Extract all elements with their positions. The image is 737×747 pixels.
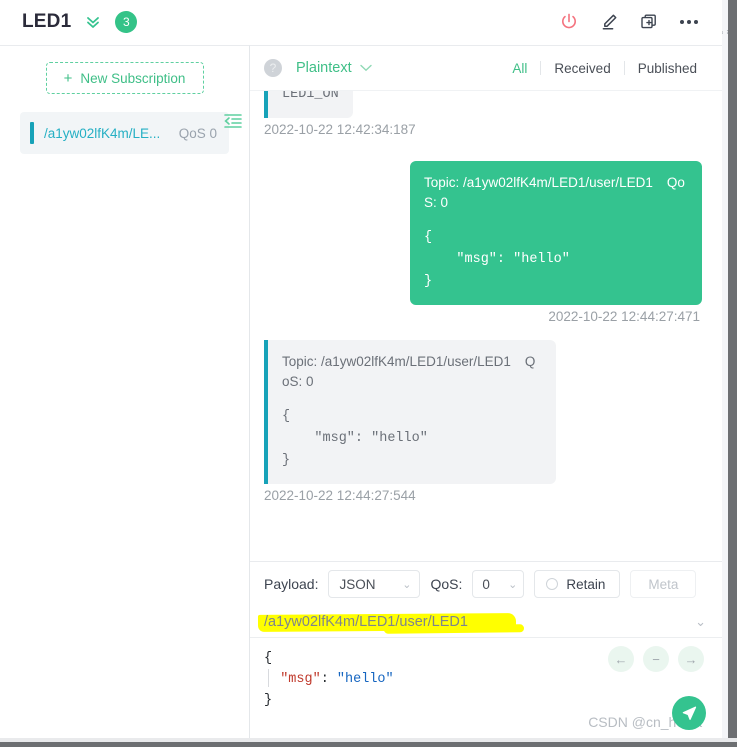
payload-format-value: Plaintext — [296, 60, 352, 76]
message-body: LED1_ON — [282, 91, 339, 102]
qos-select[interactable]: 0 ⌄ — [472, 570, 525, 598]
copy-plus-icon[interactable] — [638, 11, 660, 33]
chevron-down-icon — [359, 64, 372, 72]
payload-format-dropdown[interactable]: Plaintext — [296, 60, 372, 76]
subscription-list-item[interactable]: /a1yw02lfK4m/LE... QoS 0 — [20, 112, 229, 154]
filter-tab-published[interactable]: Published — [625, 61, 710, 76]
background-window-bottom-bar — [0, 742, 737, 747]
background-window-right-edge — [728, 0, 737, 742]
payload-format-select[interactable]: JSON ⌄ — [328, 570, 421, 598]
editor-json-key: "msg" — [280, 672, 321, 687]
message-timestamp: 2022-10-22 12:44:27:544 — [264, 488, 416, 503]
publish-topic-input[interactable]: /a1yw02lfK4m/LED1/user/LED1 — [264, 614, 468, 630]
message-row: Topic: /a1yw02lfK4m/LED1/user/LED1 QoS: 0… — [264, 340, 702, 503]
mqtt-client-window: LED1 3 + New Subscription /a1yw02lfK4m/L… — [0, 0, 722, 738]
message-topic-line: Topic: /a1yw02lfK4m/LED1/user/LED1 QoS: 0 — [282, 352, 542, 392]
connection-header: LED1 3 — [0, 0, 722, 45]
power-icon[interactable] — [558, 11, 580, 33]
nav-minus-button[interactable]: − — [643, 646, 669, 672]
topic-highlight-wrap: /a1yw02lfK4m/LED1/user/LED1 — [257, 612, 525, 634]
message-bubble-received: Topic: /a1yw02lfK4m/LED1/user/LED1 QoS: 0… — [264, 340, 556, 484]
message-filter-tabs: All Received Published — [499, 61, 710, 76]
plus-icon: + — [63, 69, 73, 87]
message-bubble-published: Topic: /a1yw02lfK4m/LED1/user/LED1 QoS: 0… — [410, 161, 702, 305]
message-topic: Topic: /a1yw02lfK4m/LED1/user/LED1 — [424, 175, 653, 190]
subscription-qos: QoS 0 — [178, 125, 217, 141]
screenshot-root: ⌕ ≡ ＃ ≡ ⌕ ⌕ ≡ LED1 3 — [0, 0, 737, 747]
publish-options-row: Payload: JSON ⌄ QoS: 0 ⌄ Retain Meta — [250, 562, 722, 606]
collapse-sidebar-icon[interactable] — [223, 112, 243, 130]
editor-brace-close: } — [264, 693, 273, 708]
retain-label: Retain — [566, 576, 606, 592]
send-plane-icon — [682, 706, 697, 720]
message-count-badge: 3 — [115, 11, 138, 33]
messages-toolbar: ? Plaintext All Received Published — [250, 45, 722, 91]
header-actions — [558, 11, 706, 33]
topic-history-chevron-down-icon[interactable]: ⌄ — [695, 614, 706, 630]
subscriptions-sidebar: + New Subscription /a1yw02lfK4m/LE... Qo… — [0, 45, 250, 738]
more-horizontal-icon[interactable] — [678, 16, 700, 28]
payload-format-value: JSON — [339, 576, 376, 592]
pencil-icon[interactable] — [598, 11, 620, 33]
main-body: + New Subscription /a1yw02lfK4m/LE... Qo… — [0, 45, 722, 738]
message-timestamp: 2022-10-22 12:44:27:471 — [548, 309, 700, 324]
retain-radio-icon — [546, 578, 559, 590]
page-title: LED1 — [22, 11, 72, 32]
meta-label: Meta — [648, 576, 679, 592]
payload-editor[interactable]: { "msg": "hello" } ← − → CSDN @cn_hexia — [250, 638, 722, 738]
subscription-color-bar — [30, 122, 34, 144]
publish-panel: Payload: JSON ⌄ QoS: 0 ⌄ Retain Meta /a1… — [250, 561, 722, 738]
editor-json-colon: : — [320, 672, 337, 687]
nav-back-button[interactable]: ← — [608, 646, 634, 672]
chevron-down-icon: ⌄ — [402, 578, 412, 591]
editor-indent-guide — [268, 669, 269, 687]
publish-topic-row[interactable]: /a1yw02lfK4m/LED1/user/LED1 ⌄ — [250, 606, 722, 638]
message-row: LED1_ON 2022-10-22 12:42:34:187 — [264, 91, 702, 137]
message-bubble-received: LED1_ON — [264, 91, 353, 118]
message-topic: Topic: /a1yw02lfK4m/LED1/user/LED1 — [282, 354, 511, 369]
editor-line-3: } — [264, 690, 708, 711]
qos-label: QoS: — [430, 576, 463, 592]
payload-label: Payload: — [264, 576, 319, 592]
new-subscription-button[interactable]: + New Subscription — [45, 62, 204, 94]
editor-line-2: "msg": "hello" — [264, 669, 708, 690]
retain-toggle[interactable]: Retain — [534, 570, 621, 598]
chevron-down-icon: ⌄ — [508, 578, 518, 591]
message-body: { "msg": "hello" } — [282, 409, 428, 468]
message-row: Topic: /a1yw02lfK4m/LED1/user/LED1 QoS: 0… — [264, 161, 702, 324]
chevron-double-down-icon[interactable] — [83, 12, 103, 32]
qos-value: 0 — [482, 576, 490, 592]
send-button[interactable] — [672, 696, 706, 730]
new-subscription-label: New Subscription — [80, 70, 186, 86]
message-body: { "msg": "hello" } — [424, 230, 570, 289]
filter-tab-received[interactable]: Received — [541, 61, 623, 76]
subscription-topic: /a1yw02lfK4m/LE... — [44, 125, 161, 141]
editor-json-value: "hello" — [336, 672, 394, 687]
messages-panel: ? Plaintext All Received Published LED1_… — [250, 45, 722, 738]
meta-button[interactable]: Meta — [630, 570, 697, 598]
message-timestamp: 2022-10-22 12:42:34:187 — [264, 122, 416, 137]
message-topic-line: Topic: /a1yw02lfK4m/LED1/user/LED1 QoS: 0 — [424, 173, 688, 213]
editor-nav-buttons: ← − → — [608, 646, 704, 672]
editor-brace-open: { — [264, 651, 273, 666]
message-list[interactable]: LED1_ON 2022-10-22 12:42:34:187 Topic: /… — [250, 91, 722, 561]
filter-tab-all[interactable]: All — [499, 61, 540, 76]
help-icon[interactable]: ? — [264, 59, 282, 77]
nav-forward-button[interactable]: → — [678, 646, 704, 672]
